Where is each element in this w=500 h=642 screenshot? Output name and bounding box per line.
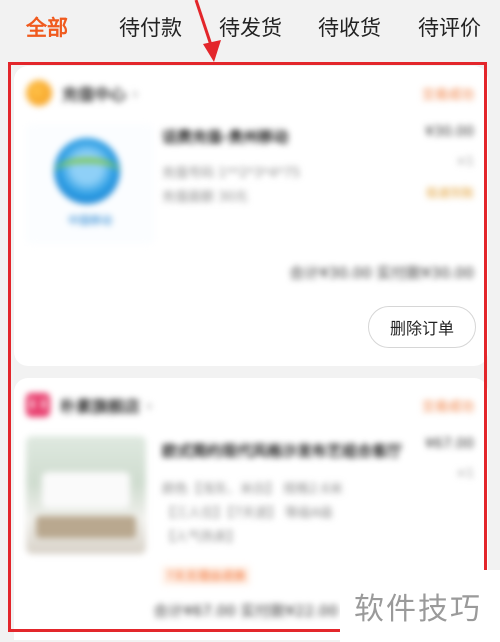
watermark-text: 软件技巧 bbox=[354, 592, 482, 627]
product-quantity: ×1 bbox=[456, 154, 474, 168]
order-tab-bar: 全部 待付款 待发货 待收货 待评价 bbox=[0, 0, 500, 58]
product-detail: 【人气热卖】 bbox=[162, 530, 241, 545]
logo-swoosh bbox=[54, 158, 120, 187]
order-total: 合计¥30.00 实付款¥30.00 bbox=[289, 264, 474, 282]
tab-pending-payment[interactable]: 待付款 bbox=[119, 14, 182, 42]
product-price: ¥30.00 bbox=[425, 124, 474, 140]
shop-name: 充值中心 bbox=[62, 85, 127, 104]
chevron-right-icon: › bbox=[146, 395, 153, 415]
delete-order-button[interactable]: 删除订单 bbox=[368, 306, 476, 348]
product-tag: 极速到账 bbox=[425, 186, 474, 200]
product-detail: 【三人位】【7天退】 等级A级 bbox=[162, 506, 333, 521]
order-total: 合计¥67.00 实付款¥22.00 bbox=[153, 602, 338, 620]
product-title[interactable]: 话费充值-贵州移动 bbox=[162, 126, 288, 147]
product-detail: 充值面额 30元 bbox=[162, 190, 248, 205]
shop-header[interactable]: 充值中心 › bbox=[26, 78, 138, 108]
tab-pending-review[interactable]: 待评价 bbox=[418, 14, 481, 42]
chevron-right-icon: › bbox=[132, 83, 139, 103]
shop-logo-icon bbox=[26, 393, 50, 417]
product-detail: 颜色【浅灰、米白】 规格2.6米 bbox=[162, 482, 343, 497]
order-status: 交易成功 bbox=[421, 88, 474, 103]
shop-logo-icon bbox=[26, 80, 52, 106]
product-thumbnail[interactable]: 中国移动 bbox=[26, 124, 154, 244]
product-title[interactable]: 欧式简约现代风格沙发布艺组合客厅 bbox=[162, 440, 412, 461]
sofa-image bbox=[42, 472, 130, 508]
shop-name: 朴素旗舰店 bbox=[60, 397, 141, 416]
logo-caption: 中国移动 bbox=[68, 214, 112, 227]
order-card[interactable]: 充值中心 › 交易成功 中国移动 话费充值-贵州移动 充值号码 1**2*3*4… bbox=[14, 66, 488, 366]
tab-all[interactable]: 全部 bbox=[26, 14, 68, 42]
product-price: ¥67.00 bbox=[425, 436, 474, 452]
product-thumbnail[interactable] bbox=[26, 436, 146, 554]
sofa-base-image bbox=[36, 516, 136, 538]
tab-pending-receipt[interactable]: 待收货 bbox=[318, 14, 381, 42]
tab-pending-shipment[interactable]: 待发货 bbox=[219, 14, 282, 42]
promo-tag: 7天无理由退换 bbox=[162, 566, 250, 585]
shop-header[interactable]: 朴素旗舰店 › bbox=[26, 390, 152, 420]
product-detail: 充值号码 1**2*3*4*75 bbox=[162, 166, 301, 181]
order-status: 交易成功 bbox=[421, 400, 474, 415]
product-quantity: ×1 bbox=[456, 466, 474, 480]
